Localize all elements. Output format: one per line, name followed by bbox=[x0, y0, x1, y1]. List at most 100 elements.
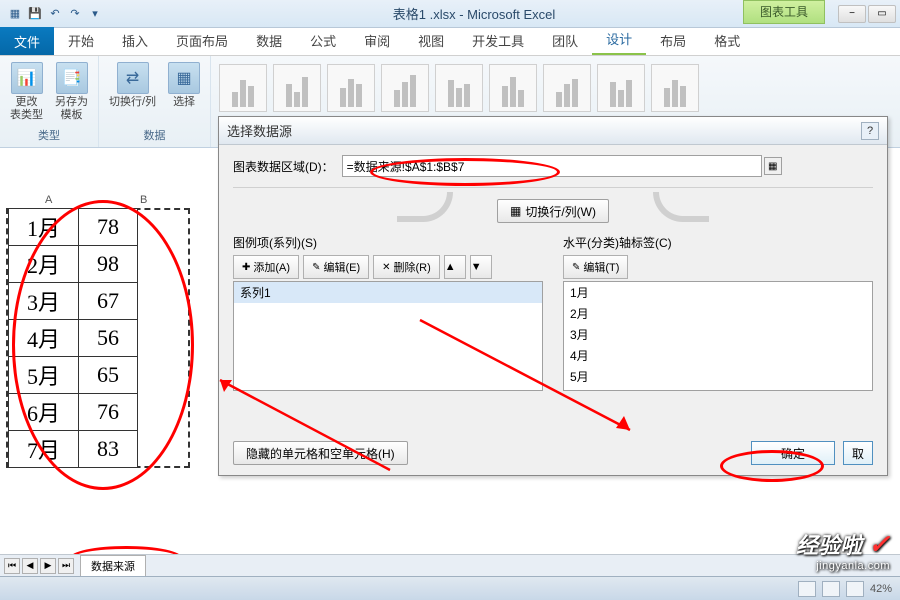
minimize-button[interactable]: − bbox=[838, 5, 866, 23]
dialog-help-button[interactable]: ? bbox=[861, 122, 879, 140]
select-data-dialog: 选择数据源 ? 图表数据区域(D)： ▦ ▦切换行/列(W) 图例项(系列)(S… bbox=[218, 116, 888, 476]
chart-style-item[interactable] bbox=[651, 64, 699, 112]
tab-formulas[interactable]: 公式 bbox=[296, 26, 350, 55]
save-template-icon: 📑 bbox=[56, 62, 88, 94]
tab-design[interactable]: 设计 bbox=[592, 24, 646, 55]
select-data-label: 选择 bbox=[173, 96, 195, 109]
cell[interactable]: 7月 bbox=[9, 431, 79, 468]
chart-style-item[interactable] bbox=[219, 64, 267, 112]
qat-dropdown-icon[interactable]: ▾ bbox=[86, 5, 104, 23]
cell[interactable]: 5月 bbox=[9, 357, 79, 394]
sheet-nav-next[interactable]: ▶ bbox=[40, 558, 56, 574]
chart-style-item[interactable] bbox=[597, 64, 645, 112]
list-item[interactable]: 5月 bbox=[564, 366, 872, 387]
list-item[interactable]: 1月 bbox=[564, 282, 872, 303]
cell[interactable]: 3月 bbox=[9, 283, 79, 320]
edit-label: 编辑(E) bbox=[323, 259, 360, 275]
curve-arrow-left-icon bbox=[397, 196, 457, 226]
sheet-nav-prev[interactable]: ◀ bbox=[22, 558, 38, 574]
tab-developer[interactable]: 开发工具 bbox=[458, 26, 538, 55]
data-table[interactable]: 1月78 2月98 3月67 4月56 5月65 6月76 7月83 bbox=[8, 208, 138, 468]
undo-icon[interactable]: ↶ bbox=[46, 5, 64, 23]
col-header-b[interactable]: B bbox=[140, 194, 147, 206]
range-input[interactable] bbox=[342, 155, 762, 177]
cell[interactable]: 56 bbox=[79, 320, 138, 357]
cell[interactable]: 67 bbox=[79, 283, 138, 320]
list-item[interactable]: 系列1 bbox=[234, 282, 542, 303]
chart-style-item[interactable] bbox=[381, 64, 429, 112]
sheet-nav-first[interactable]: ⏮ bbox=[4, 558, 20, 574]
move-up-button[interactable]: ▲ bbox=[444, 255, 466, 279]
view-normal-button[interactable] bbox=[798, 581, 816, 597]
change-chart-type-button[interactable]: 📊 更改 表类型 bbox=[8, 60, 45, 124]
add-series-button[interactable]: ✚添加(A) bbox=[233, 255, 299, 279]
chart-style-item[interactable] bbox=[489, 64, 537, 112]
view-break-button[interactable] bbox=[846, 581, 864, 597]
ribbon-group-type: 📊 更改 表类型 📑 另存为 模板 类型 bbox=[0, 56, 99, 147]
cell[interactable]: 6月 bbox=[9, 394, 79, 431]
list-item[interactable]: 4月 bbox=[564, 345, 872, 366]
save-icon[interactable]: 💾 bbox=[26, 5, 44, 23]
tab-format[interactable]: 格式 bbox=[700, 26, 754, 55]
file-tab[interactable]: 文件 bbox=[0, 27, 54, 55]
redo-icon[interactable]: ↷ bbox=[66, 5, 84, 23]
select-data-button[interactable]: ▦ 选择 bbox=[166, 60, 202, 111]
edit2-label: 编辑(T) bbox=[583, 259, 619, 275]
chart-style-item[interactable] bbox=[273, 64, 321, 112]
delete-icon: ✕ bbox=[382, 262, 390, 273]
chart-style-item[interactable] bbox=[435, 64, 483, 112]
tab-view[interactable]: 视图 bbox=[404, 26, 458, 55]
switch-rowcol-dialog-button[interactable]: ▦ 切换行/列(W) bbox=[497, 199, 609, 223]
cell[interactable]: 4月 bbox=[9, 320, 79, 357]
cell[interactable]: 76 bbox=[79, 394, 138, 431]
hidden-cells-button[interactable]: 隐藏的单元格和空单元格(H) bbox=[233, 441, 408, 465]
switch-rowcol-button[interactable]: ⇄ 切换行/列 bbox=[107, 60, 158, 111]
tab-page-layout[interactable]: 页面布局 bbox=[162, 26, 242, 55]
cell[interactable]: 83 bbox=[79, 431, 138, 468]
cell[interactable]: 2月 bbox=[9, 246, 79, 283]
excel-icon: ▦ bbox=[6, 5, 24, 23]
series-listbox[interactable]: 系列1 bbox=[233, 281, 543, 391]
chart-style-item[interactable] bbox=[543, 64, 591, 112]
tab-insert[interactable]: 插入 bbox=[108, 26, 162, 55]
table-row: 2月98 bbox=[9, 246, 138, 283]
list-item[interactable]: 3月 bbox=[564, 324, 872, 345]
table-row: 3月67 bbox=[9, 283, 138, 320]
restore-button[interactable]: ▭ bbox=[868, 5, 896, 23]
grid-icon: ▦ bbox=[510, 204, 521, 218]
move-down-button[interactable]: ▼ bbox=[470, 255, 492, 279]
range-picker-icon[interactable]: ▦ bbox=[764, 157, 782, 175]
list-item[interactable]: 2月 bbox=[564, 303, 872, 324]
cell[interactable]: 65 bbox=[79, 357, 138, 394]
chart-style-item[interactable] bbox=[327, 64, 375, 112]
curve-arrow-right-icon bbox=[649, 196, 709, 226]
tab-team[interactable]: 团队 bbox=[538, 26, 592, 55]
switch-icon: ⇄ bbox=[117, 62, 149, 94]
window-controls: − ▭ bbox=[838, 5, 900, 23]
dialog-titlebar: 选择数据源 ? bbox=[219, 117, 887, 145]
sheet-nav-last[interactable]: ⏭ bbox=[58, 558, 74, 574]
col-header-a[interactable]: A bbox=[45, 194, 52, 206]
tab-data[interactable]: 数据 bbox=[242, 26, 296, 55]
window-title: 表格1 .xlsx - Microsoft Excel bbox=[110, 4, 838, 23]
ribbon-group-data: ⇄ 切换行/列 ▦ 选择 数据 bbox=[99, 56, 211, 147]
tab-home[interactable]: 开始 bbox=[54, 26, 108, 55]
edit-axis-button[interactable]: ✎编辑(T) bbox=[563, 255, 628, 279]
cell[interactable]: 78 bbox=[79, 209, 138, 246]
cell[interactable]: 98 bbox=[79, 246, 138, 283]
sheet-tab[interactable]: 数据来源 bbox=[80, 555, 146, 576]
save-template-button[interactable]: 📑 另存为 模板 bbox=[53, 60, 90, 124]
delete-series-button[interactable]: ✕删除(R) bbox=[373, 255, 440, 279]
switch-label: 切换行/列(W) bbox=[525, 203, 596, 220]
edit-series-button[interactable]: ✎编辑(E) bbox=[303, 255, 369, 279]
axis-title: 水平(分类)轴标签(C) bbox=[563, 234, 873, 251]
cell[interactable]: 1月 bbox=[9, 209, 79, 246]
tab-review[interactable]: 审阅 bbox=[350, 26, 404, 55]
view-page-button[interactable] bbox=[822, 581, 840, 597]
cancel-button[interactable]: 取 bbox=[843, 441, 873, 465]
legend-panel: 图例项(系列)(S) ✚添加(A) ✎编辑(E) ✕删除(R) ▲ ▼ 系列1 bbox=[233, 234, 543, 391]
ok-button[interactable]: 确定 bbox=[751, 441, 835, 465]
watermark: 经验啦 ✓ jingyanla.com bbox=[796, 528, 890, 572]
tab-layout[interactable]: 布局 bbox=[646, 26, 700, 55]
category-listbox[interactable]: 1月 2月 3月 4月 5月 bbox=[563, 281, 873, 391]
